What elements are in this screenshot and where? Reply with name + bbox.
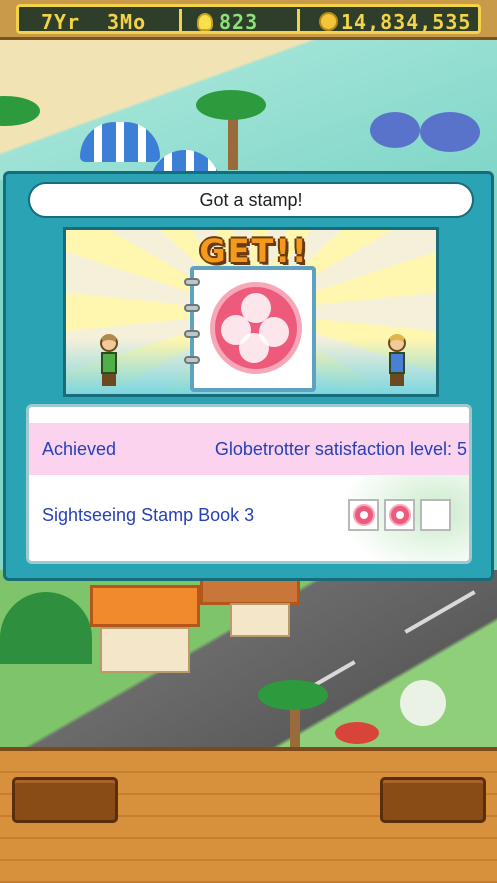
tourist-character-right — [384, 334, 410, 386]
hibiscus-stamp-icon — [389, 504, 411, 526]
flower-bush — [400, 680, 446, 726]
spiral-ring-icon — [184, 304, 200, 312]
achieved-value: Globetrotter satisfaction level: 5 — [214, 439, 467, 459]
separator — [297, 9, 300, 33]
blue-shrubs — [420, 112, 480, 152]
character-head — [388, 334, 406, 352]
achieved-label: Achieved — [42, 439, 117, 459]
hibiscus-stamp-icon — [210, 282, 302, 374]
stamp-book-icon — [184, 266, 316, 392]
stamp-slot-filled — [348, 499, 379, 531]
status-bar: 7Yr 3Mo 823 14,834,535 — [0, 0, 497, 40]
status-panel: 7Yr 3Mo 823 14,834,535 — [16, 4, 481, 34]
house — [200, 575, 300, 637]
house — [90, 585, 200, 685]
lightbulb-icon — [197, 13, 213, 31]
separator — [179, 9, 182, 33]
petal-shape — [239, 333, 269, 363]
blue-shrubs — [370, 112, 420, 148]
spiral-ring-icon — [184, 330, 200, 338]
stamp-slot-filled — [384, 499, 415, 531]
house-roof — [90, 585, 200, 627]
bottom-toolbar — [0, 747, 497, 883]
house-wall — [100, 627, 190, 673]
character-head — [100, 334, 118, 352]
hibiscus-stamp-icon — [353, 504, 375, 526]
stamp-book-label: Sightseeing Stamp Book 3 — [42, 505, 255, 525]
money-counter: 14,834,535 — [341, 10, 472, 34]
research-points: 823 — [219, 10, 259, 34]
character-body — [389, 352, 405, 374]
dialog-title: Got a stamp! — [28, 182, 474, 218]
stamp-slot-empty — [420, 499, 451, 531]
stamp-info-panel: Achieved Globetrotter satisfaction level… — [26, 404, 472, 564]
get-banner: GET!! — [199, 232, 309, 270]
left-menu-button[interactable] — [12, 777, 118, 823]
achieved-row: Achieved Globetrotter satisfaction level… — [29, 423, 469, 475]
year-counter: 7Yr — [41, 10, 81, 34]
flower-bush — [335, 722, 379, 744]
month-counter: 3Mo — [107, 10, 147, 34]
character-legs — [102, 374, 116, 386]
right-menu-button[interactable] — [380, 777, 486, 823]
stamp-dialog[interactable]: Got a stamp! GET!! Achieved Globetrotter… — [3, 171, 494, 581]
spiral-ring-icon — [184, 278, 200, 286]
house-wall — [230, 603, 290, 637]
palm-tree-leaves — [196, 90, 266, 120]
character-legs — [390, 374, 404, 386]
stamp-celebration-scene: GET!! — [63, 227, 439, 397]
character-body — [101, 352, 117, 374]
gold-coin-icon — [319, 12, 338, 31]
spiral-ring-icon — [184, 356, 200, 364]
palm-tree-leaves — [258, 680, 328, 710]
tourist-character-left — [96, 334, 122, 386]
